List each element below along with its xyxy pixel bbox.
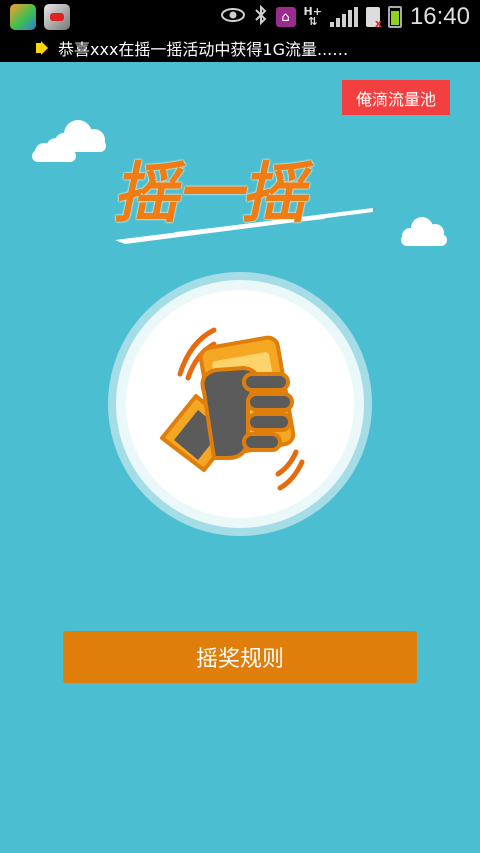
notification-icons — [10, 4, 70, 30]
cloud-decoration — [398, 214, 450, 248]
clock: 16:40 — [409, 3, 470, 30]
cloud-decoration — [30, 118, 116, 164]
title-text: 摇一摇 — [109, 155, 319, 232]
notice-text: 恭喜xxx在摇一摇活动中获得1G流量...… — [58, 40, 349, 59]
shaking-hand-phone-icon[interactable] — [152, 312, 332, 496]
notice-bar[interactable]: 恭喜xxx在摇一摇活动中获得1G流量...… — [0, 34, 480, 62]
app-notification-icon[interactable] — [44, 4, 70, 30]
hero-title: 摇一摇 — [105, 140, 385, 255]
system-icons: ⌂ H+⇅ 16:40 — [220, 2, 470, 32]
lottery-rules-button[interactable]: 摇奖规则 — [63, 631, 417, 683]
eye-icon — [220, 7, 246, 28]
home-icon: ⌂ — [275, 7, 296, 27]
hplus-icon: H+ ⇅ — [303, 5, 322, 28]
speaker-icon — [36, 41, 48, 55]
bluetooth-icon — [254, 4, 268, 31]
network-label: H+ — [303, 5, 322, 18]
status-bar: ⌂ H+⇅ 16:40 — [0, 0, 480, 34]
sim-icon — [365, 7, 382, 30]
signal-icon — [329, 7, 358, 27]
my-data-pool-button[interactable]: 俺滴流量池 — [342, 80, 450, 115]
app-notification-icon[interactable] — [10, 4, 36, 30]
battery-icon — [387, 6, 402, 28]
